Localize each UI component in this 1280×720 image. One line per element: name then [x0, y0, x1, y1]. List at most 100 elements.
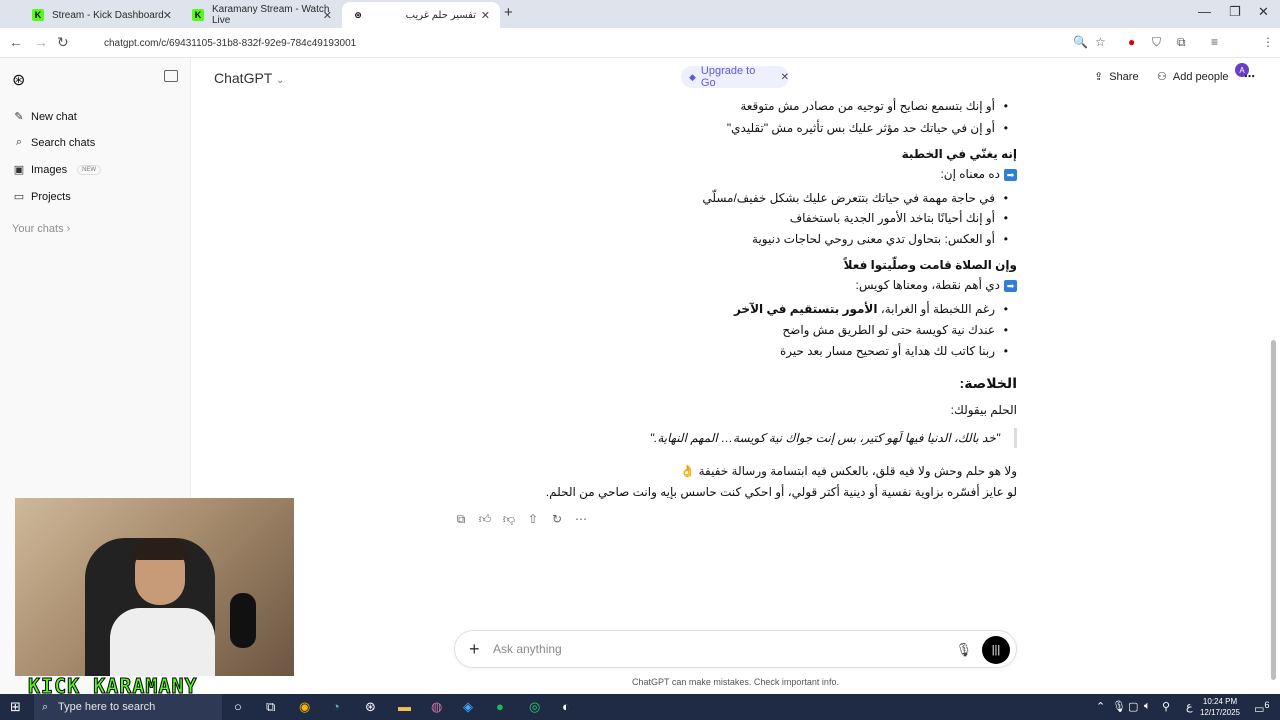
- tray-chevron-icon[interactable]: ⌃: [1096, 700, 1105, 713]
- taskbar-search[interactable]: ⌕ Type here to search: [34, 694, 222, 720]
- clock-time: 10:24 PM: [1202, 697, 1238, 706]
- opera-extension-icon[interactable]: ●: [1128, 35, 1135, 49]
- browser-menu-icon[interactable]: ⋮: [1262, 35, 1274, 49]
- add-people-button[interactable]: ⚇ Add people: [1157, 70, 1229, 84]
- message-actions: ⧉ 👍︎ 👎︎ ⇧ ↻ ⋯: [454, 512, 588, 527]
- scrollbar[interactable]: [1271, 340, 1276, 680]
- bookmark-star-icon[interactable]: ☆: [1095, 35, 1106, 49]
- diamond-icon: ◆: [689, 71, 696, 82]
- upgrade-button[interactable]: ◆ Upgrade to Go ✕: [681, 65, 789, 89]
- share-button[interactable]: ⇪ Share: [1094, 70, 1139, 84]
- media-controls-icon[interactable]: ≡: [1211, 35, 1218, 49]
- shield-extension-icon[interactable]: ⛉: [1152, 35, 1161, 50]
- search-icon: ⌕: [42, 700, 49, 713]
- file-explorer-icon[interactable]: ▬: [398, 699, 411, 714]
- microphone-tray-icon[interactable]: 🎙︎: [1112, 700, 1126, 713]
- share-label: Share: [1109, 70, 1139, 83]
- thumbs-down-icon[interactable]: 👎︎: [502, 512, 516, 527]
- spotify-icon[interactable]: ●: [496, 699, 504, 714]
- chatgpt-logo-icon[interactable]: ⊛: [12, 70, 25, 90]
- kick-favicon-icon: K: [192, 9, 204, 21]
- app-icon[interactable]: ◐: [562, 699, 570, 714]
- model-name: ChatGPT: [214, 70, 273, 86]
- windows-start-icon[interactable]: ⊞: [10, 699, 21, 715]
- new-tab-icon[interactable]: +: [504, 4, 513, 21]
- tab-chatgpt[interactable]: ⊛ تفسير حلم غريب ✕: [342, 2, 500, 28]
- add-people-label: Add people: [1172, 70, 1229, 83]
- address-bar[interactable]: chatgpt.com/c/69431105-31b8-832f-92e9-78…: [84, 32, 1116, 54]
- list-item: أو العكس: بتحاول تدي معنى روحي لحاجات دن…: [752, 229, 1017, 249]
- restore-icon[interactable]: ❐: [1229, 4, 1241, 20]
- tab-karamany-stream[interactable]: K Karamany Stream - Watch Live ✕: [182, 2, 342, 28]
- extensions-icon[interactable]: ⧉: [1177, 35, 1186, 50]
- more-options-icon[interactable]: ⋯: [1244, 70, 1255, 83]
- sidebar-item-new-chat[interactable]: ✎ New chat: [12, 110, 77, 124]
- list-item: في حاجة مهمة في حياتك بتتعرض عليك بشكل خ…: [702, 188, 1017, 208]
- app-icon[interactable]: ◈: [463, 699, 473, 715]
- app-icon[interactable]: ⊛: [365, 699, 376, 715]
- chrome-icon[interactable]: ◉: [299, 699, 310, 715]
- composer-input[interactable]: Ask anything: [493, 642, 562, 656]
- message-composer[interactable]: + Ask anything 🎙︎ |||: [454, 630, 1017, 668]
- sidebar-item-images[interactable]: ▣ Images NEW: [12, 163, 102, 176]
- voice-mode-icon[interactable]: |||: [982, 636, 1010, 664]
- clock-date: 12/17/2025: [1199, 708, 1241, 717]
- list-item: أو إن في حياتك حد مؤثر عليك بس تأثيره مش…: [727, 118, 1017, 138]
- whatsapp-icon[interactable]: ◎: [529, 699, 540, 715]
- section-heading: إنه يغنّي في الخطبة: [901, 147, 1017, 161]
- notification-center-icon[interactable]: ▭6: [1254, 700, 1270, 716]
- add-attachment-icon[interactable]: +: [469, 639, 480, 660]
- task-view-icon[interactable]: ⧉: [266, 699, 275, 715]
- arrow-right-icon: ➡: [1004, 168, 1017, 181]
- more-icon[interactable]: ⋯: [574, 512, 588, 527]
- windows-taskbar: ⊞ ⌕ Type here to search ○ ⧉ ◉ ◔ ⊛ ▬ ◍ ◈ …: [0, 694, 1280, 720]
- sidebar-item-label: Search chats: [31, 136, 96, 149]
- sidebar-item-label: Projects: [31, 190, 71, 203]
- close-icon[interactable]: ✕: [163, 9, 172, 22]
- regenerate-icon[interactable]: ↻: [550, 512, 564, 527]
- forward-icon[interactable]: →: [34, 34, 48, 50]
- paragraph: ➡ دي أهم نقطة، ومعناها كويس:: [856, 275, 1017, 295]
- section-label: Your chats: [12, 223, 64, 235]
- input-language[interactable]: ع: [1186, 700, 1193, 713]
- your-chats-section[interactable]: Your chats ›: [12, 223, 70, 235]
- section-heading: وإن الصلاة قامت وصلّيتوا فعلاً: [843, 258, 1017, 272]
- sidebar-item-search-chats[interactable]: ⌕ Search chats: [12, 136, 95, 149]
- network-icon[interactable]: ⚲: [1162, 700, 1170, 713]
- thumbs-up-icon[interactable]: 👍︎: [478, 512, 492, 527]
- back-icon[interactable]: ←: [9, 34, 23, 50]
- list-item: ربنا كاتب لك هداية أو تصحيح مسار بعد حير…: [780, 341, 1017, 361]
- copy-icon[interactable]: ⧉: [454, 512, 468, 527]
- window-close-icon[interactable]: ✕: [1258, 4, 1269, 20]
- image-icon: ▣: [13, 164, 25, 176]
- close-icon[interactable]: ✕: [481, 9, 490, 22]
- browser-tab-bar: K Stream - Kick Dashboard ✕ K Karamany S…: [0, 0, 1280, 28]
- microphone: [230, 593, 256, 648]
- kick-favicon-icon: K: [32, 9, 44, 21]
- zoom-icon[interactable]: 🔍: [1073, 35, 1088, 49]
- close-icon[interactable]: ✕: [781, 72, 789, 83]
- tray-icon[interactable]: ▢: [1128, 700, 1138, 713]
- tab-kick-dashboard[interactable]: K Stream - Kick Dashboard ✕: [22, 2, 182, 28]
- microphone-icon[interactable]: 🎙︎: [955, 642, 972, 658]
- search-icon: ⌕: [15, 136, 23, 148]
- sidebar-toggle-icon[interactable]: [164, 70, 178, 82]
- app-icon[interactable]: ◍: [431, 699, 442, 715]
- model-selector[interactable]: ChatGPT ⌄: [214, 70, 284, 86]
- sidebar-item-label: New chat: [31, 110, 77, 123]
- close-icon[interactable]: ✕: [323, 9, 332, 22]
- system-clock[interactable]: 10:24 PM 12/17/2025: [1196, 696, 1244, 718]
- cortana-icon[interactable]: ○: [234, 699, 242, 714]
- minimize-icon[interactable]: —: [1198, 4, 1211, 19]
- steam-icon[interactable]: ◔: [332, 699, 340, 714]
- person-body: [110, 608, 215, 676]
- sidebar-item-projects[interactable]: ▭ Projects: [12, 190, 71, 204]
- taskbar-search-placeholder: Type here to search: [58, 701, 156, 713]
- webcam-overlay: [15, 498, 294, 676]
- share-icon[interactable]: ⇧: [526, 512, 540, 527]
- new-badge: NEW: [77, 164, 102, 175]
- reload-icon[interactable]: ↻: [57, 34, 69, 51]
- sidebar-item-label: Images: [31, 163, 68, 176]
- volume-icon[interactable]: 🔈︎: [1144, 700, 1151, 713]
- paragraph-text: دي أهم نقطة، ومعناها كويس:: [855, 278, 1000, 292]
